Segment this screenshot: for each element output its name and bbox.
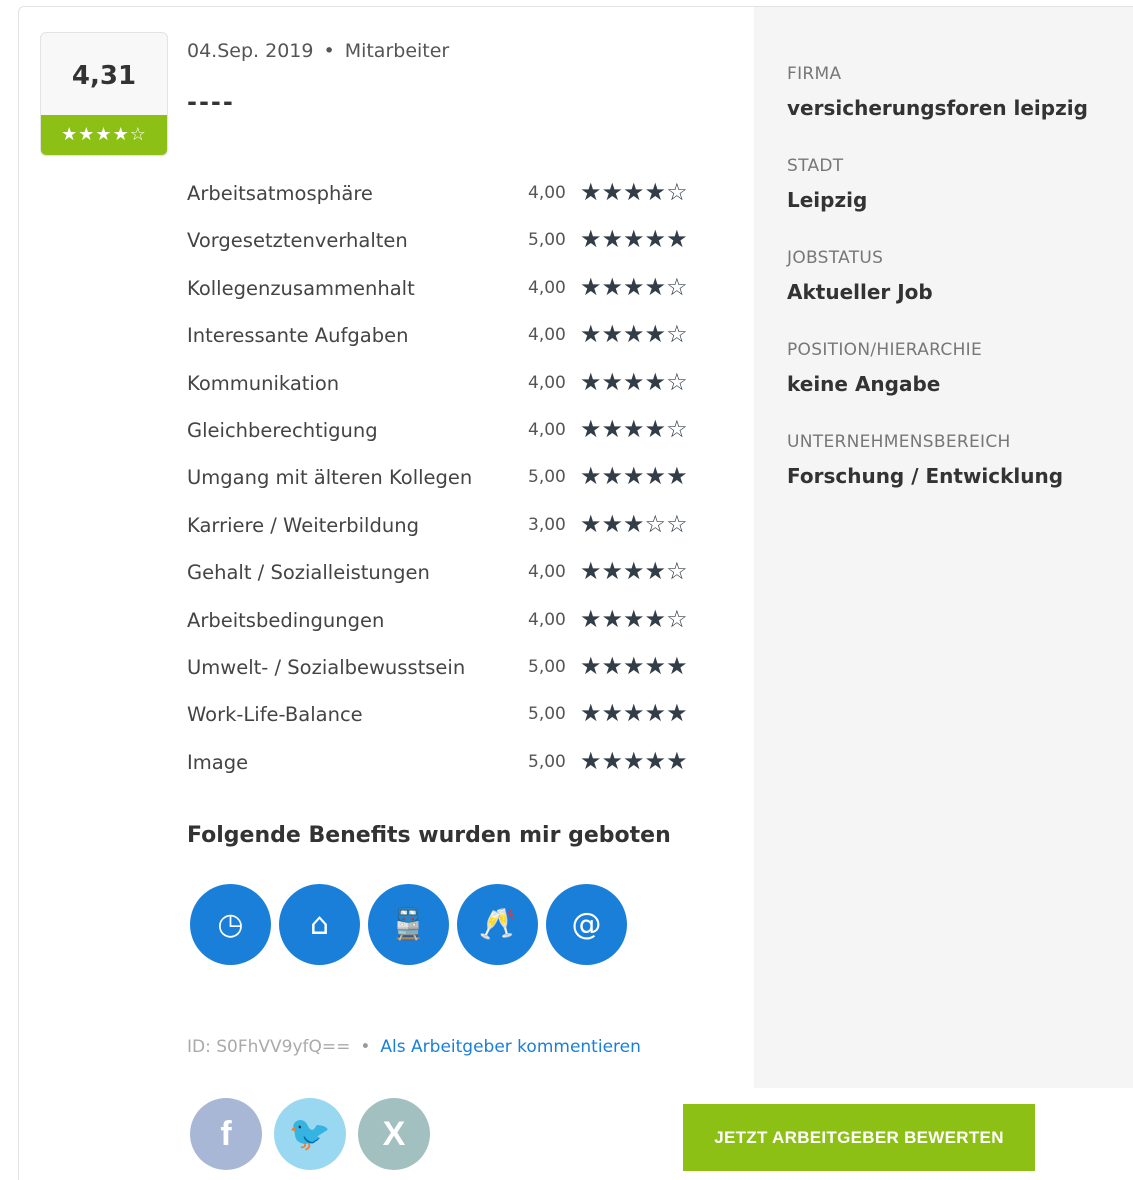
rating-stars: ★★★★☆ [580, 367, 688, 396]
twitter-icon[interactable]: 🐦 [274, 1098, 346, 1170]
rating-value: 4,00 [528, 325, 566, 346]
rating-value: 4,00 [528, 609, 566, 630]
rating-label: Arbeitsatmosphäre [187, 182, 373, 205]
rating-row: Umwelt- / Sozialbewusstsein 5,00 ★★★★★ [187, 652, 707, 699]
position-label: POSITION/HIERARCHIE [787, 340, 983, 360]
overall-score-box: 4,31 ★★★★☆ [40, 32, 168, 156]
review-role: Mitarbeiter [344, 40, 450, 62]
rating-label: Kollegenzusammenhalt [187, 276, 415, 300]
rating-stars: ★★★☆☆ [580, 509, 688, 538]
rating-label: Umwelt- / Sozialbewusstsein [187, 655, 466, 679]
benefits-title: Folgende Benefits wurden mir geboten [187, 823, 671, 848]
rating-value: 3,00 [528, 514, 566, 535]
rating-row: Work-Life-Balance 5,00 ★★★★★ [187, 699, 707, 746]
rating-value: 4,00 [528, 183, 566, 203]
rating-value: 4,00 [528, 419, 566, 440]
comment-as-employer-link[interactable]: Als Arbeitgeber kommentieren [380, 1037, 640, 1057]
internet-usage-icon[interactable]: @ [546, 884, 627, 965]
rating-row: Vorgesetztenverhalten 5,00 ★★★★★ [187, 225, 707, 272]
rating-label: Karriere / Weiterbildung [187, 513, 419, 537]
overall-score: 4,31 [71, 61, 137, 91]
rating-stars: ★★★★☆ [580, 557, 688, 586]
meta-separator: • [323, 40, 335, 62]
rating-label: Arbeitsbedingungen [187, 608, 385, 632]
rating-row: Umgang mit älteren Kollegen 5,00 ★★★★★ [187, 462, 707, 509]
home-office-icon[interactable]: ⌂ [279, 884, 360, 965]
sidebar-position: POSITION/HIERARCHIE keine Angabe [787, 340, 982, 396]
rating-label: Gehalt / Sozialleistungen [187, 561, 430, 585]
review-date: 04.Sep. 2019 [187, 40, 314, 62]
jobstatus-value: Aktueller Job [787, 280, 933, 304]
rating-row: Image 5,00 ★★★★★ [187, 747, 707, 794]
rating-stars: ★★★★★ [580, 699, 688, 728]
review-meta: 04.Sep. 2019 • Mitarbeiter [187, 40, 449, 62]
rating-row: Arbeitsbedingungen 4,00 ★★★★☆ [187, 605, 707, 652]
firma-value: versicherungsforen leipzig [787, 96, 1088, 120]
rating-value: 4,00 [528, 562, 566, 583]
benefits-list: ◷ ⌂ 🚆 🥂 @ [190, 884, 627, 965]
ratings-list: Arbeitsatmosphäre 4,00 ★★★★☆ Vorgesetztenve… [187, 178, 707, 794]
rating-stars: ★★★★☆ [580, 320, 688, 349]
rate-employer-button[interactable]: JETZT ARBEITGEBER BEWERTEN [683, 1104, 1035, 1171]
review-id-line: ID: S0FhVV9yfQ== • Als Arbeitgeber komment… [187, 1037, 641, 1057]
rating-value: 5,00 [528, 230, 566, 251]
rating-stars: ★★★★★ [580, 225, 688, 254]
rating-stars: ★★★★☆ [580, 414, 688, 443]
firma-label: FIRMA [787, 64, 842, 84]
rating-label: Kommunikation [187, 371, 340, 395]
sidebar-firma: FIRMA versicherungsforen leipzig [787, 64, 1088, 120]
rating-row: Gleichberechtigung 4,00 ★★★★☆ [187, 415, 707, 462]
bereich-value: Forschung / Entwicklung [787, 464, 1064, 488]
rating-value: 5,00 [528, 751, 566, 772]
rating-value: 5,00 [528, 656, 566, 677]
rating-value: 4,00 [528, 277, 566, 298]
stadt-label: STADT [787, 156, 844, 176]
rating-label: Gleichberechtigung [187, 418, 378, 442]
public-transport-icon[interactable]: 🚆 [368, 884, 449, 965]
sidebar-bereich: UNTERNEHMENSBEREICH Forschung / Entwickl… [787, 432, 1063, 488]
rating-label: Umgang mit älteren Kollegen [187, 466, 473, 490]
review-id: ID: S0FhVV9yfQ== [187, 1037, 351, 1057]
rating-row: Kollegenzusammenhalt 4,00 ★★★★☆ [187, 273, 707, 320]
position-value: keine Angabe [787, 372, 941, 396]
rating-stars: ★★★★★ [580, 651, 688, 680]
review-title: ---- [187, 88, 235, 116]
rating-label: Work-Life-Balance [187, 703, 363, 727]
sidebar-stadt: STADT Leipzig [787, 156, 867, 212]
stadt-value: Leipzig [787, 188, 868, 212]
rating-stars: ★★★★☆ [580, 178, 688, 206]
rating-label: Vorgesetztenverhalten [187, 229, 408, 253]
rating-row: Karriere / Weiterbildung 3,00 ★★★☆☆ [187, 510, 707, 557]
rating-value: 4,00 [528, 372, 566, 393]
company-events-icon[interactable]: 🥂 [457, 884, 538, 965]
rating-row: Kommunikation 4,00 ★★★★☆ [187, 368, 707, 415]
rating-label: Image [187, 750, 249, 774]
xing-icon[interactable]: X [358, 1098, 430, 1170]
flexible-hours-icon[interactable]: ◷ [190, 884, 271, 965]
sidebar-jobstatus: JOBSTATUS Aktueller Job [787, 248, 933, 304]
jobstatus-label: JOBSTATUS [787, 248, 884, 268]
rating-stars: ★★★★★ [580, 746, 688, 775]
bereich-label: UNTERNEHMENSBEREICH [787, 432, 1011, 452]
overall-score-stars: ★★★★☆ [41, 115, 167, 155]
rating-stars: ★★★★☆ [580, 272, 688, 301]
facebook-icon[interactable]: f [190, 1098, 262, 1170]
rating-row: Arbeitsatmosphäre 4,00 ★★★★☆ [187, 178, 707, 225]
rating-row: Gehalt / Sozialleistungen 4,00 ★★★★☆ [187, 557, 707, 604]
rating-value: 5,00 [528, 704, 566, 725]
id-separator: • [360, 1037, 371, 1057]
rating-row: Interessante Aufgaben 4,00 ★★★★☆ [187, 320, 707, 367]
social-share: f 🐦 X [190, 1098, 430, 1170]
rating-stars: ★★★★★ [580, 462, 688, 491]
rating-label: Interessante Aufgaben [187, 324, 409, 348]
rating-value: 5,00 [528, 467, 566, 488]
rating-stars: ★★★★☆ [580, 604, 688, 633]
